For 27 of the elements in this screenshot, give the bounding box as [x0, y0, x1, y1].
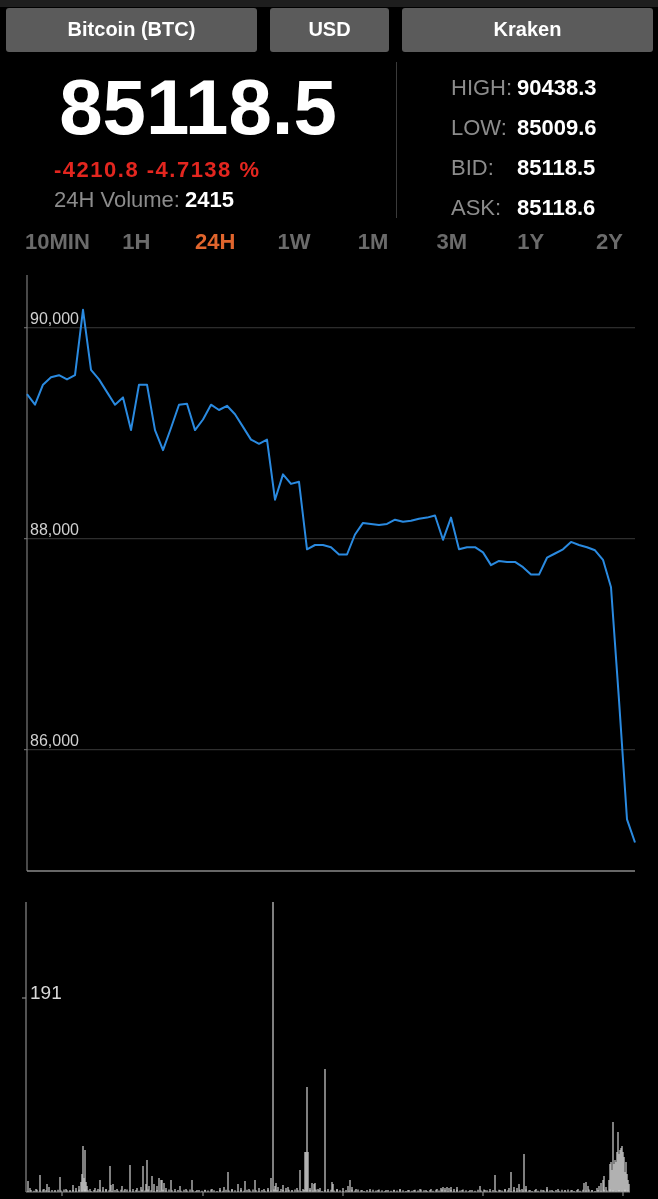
volume-value: 2415 [184, 186, 234, 214]
stat-label: HIGH: [451, 74, 513, 102]
timeframe-tab[interactable]: 2Y [596, 227, 623, 257]
stat-value: 85118.6 [517, 194, 596, 222]
price-value: 85118.5 [59, 68, 337, 146]
timeframe-tab[interactable]: 1W [277, 227, 311, 257]
timeframe-tab[interactable]: 1H [122, 227, 151, 257]
timeframe-tab[interactable]: 10MIN [25, 227, 90, 257]
stat-label: ASK: [451, 194, 502, 222]
stat-value: 90438.3 [517, 74, 597, 102]
selector-button[interactable]: USD [270, 8, 389, 52]
timeframe-tab[interactable]: 3M [436, 227, 468, 257]
timeframe-tab[interactable]: 1Y [517, 227, 545, 257]
axis-tick-label: 88,000 [30, 520, 79, 538]
selector-button[interactable]: Kraken [402, 8, 653, 52]
timeframe-tab[interactable]: 24H [195, 227, 236, 257]
axis-tick-label: 86,000 [30, 731, 79, 749]
stat-value: 85009.6 [517, 114, 597, 142]
stat-value: 85118.5 [517, 154, 596, 182]
axis-tick-label: 90,000 [30, 309, 79, 327]
axis-tick-label: 191 [30, 982, 62, 1003]
timeframe-tab[interactable]: 1M [357, 227, 389, 257]
stat-label: LOW: [451, 114, 507, 142]
stat-label: BID: [451, 154, 494, 182]
price-change: -4210.8 -4.7138 % [54, 156, 261, 184]
selector-button[interactable]: Bitcoin (BTC) [6, 8, 257, 52]
volume-label: 24H Volume: [54, 186, 180, 214]
